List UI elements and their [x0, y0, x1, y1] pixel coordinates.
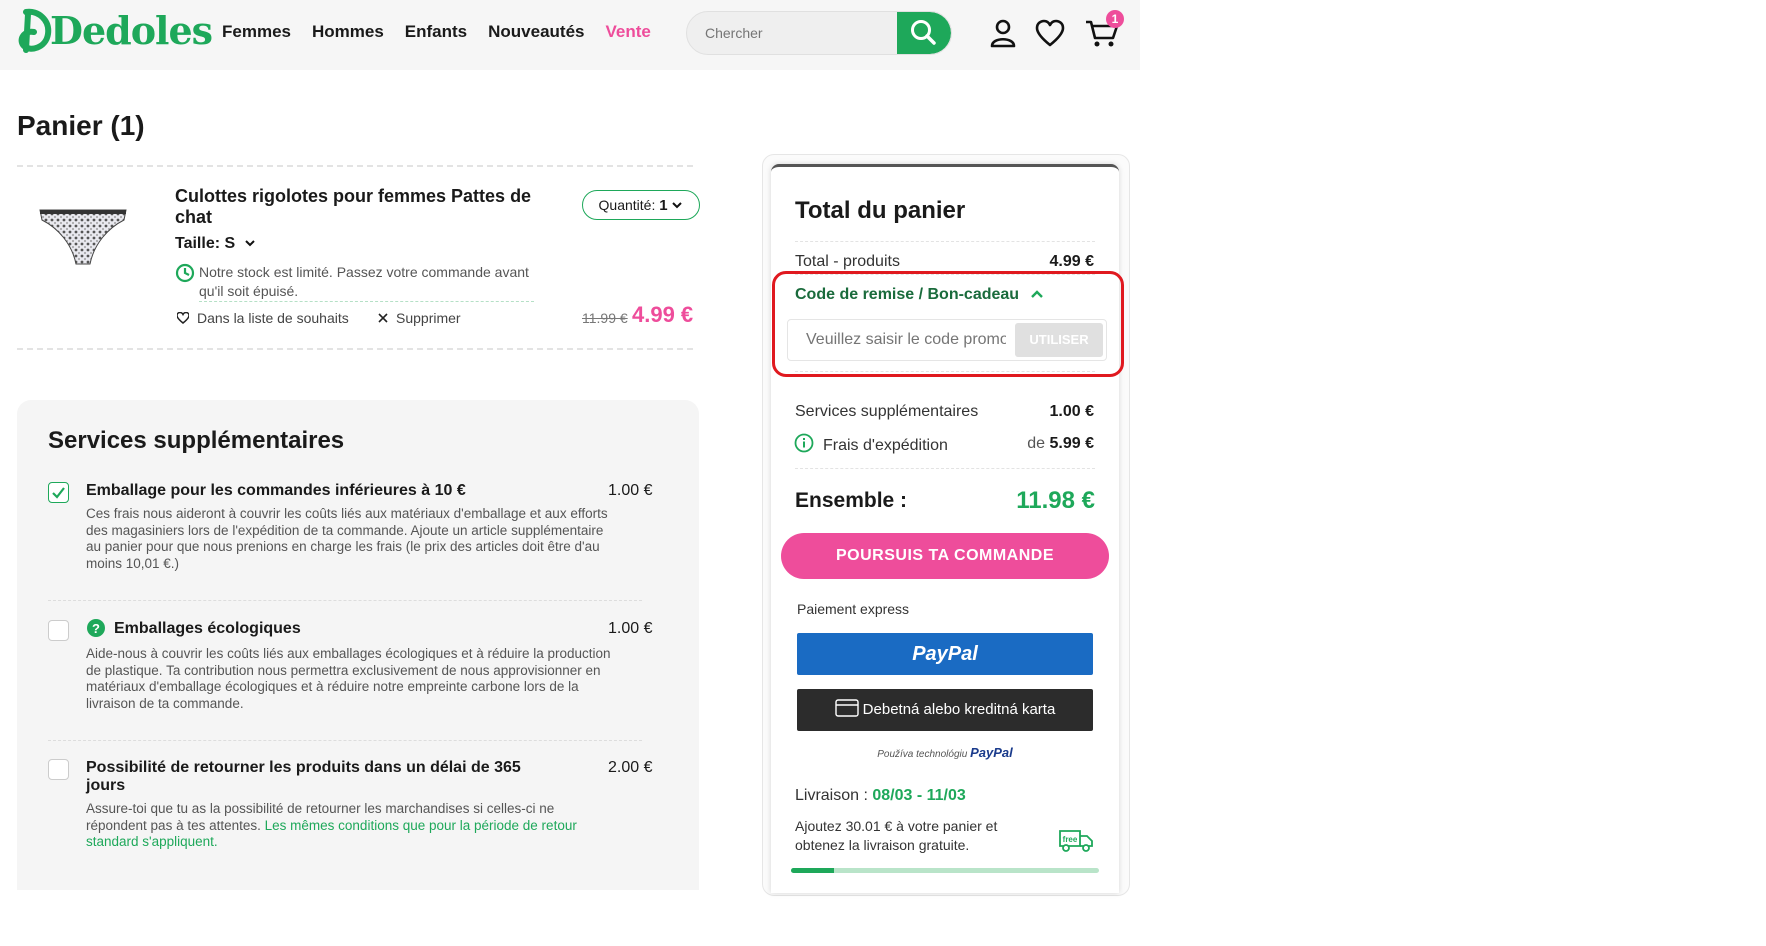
delivery-dates: 08/03 - 11/03: [872, 787, 966, 804]
eco-checkbox[interactable]: [48, 620, 69, 641]
services-title: Services supplémentaires: [48, 427, 345, 454]
delivery-label: Livraison :: [795, 787, 868, 804]
divider: [795, 241, 1095, 242]
user-icon[interactable]: [988, 18, 1018, 48]
heart-icon: [176, 311, 190, 324]
service-name: Emballage pour les commandes inférieures…: [86, 482, 466, 499]
products-total-value: 4.99 €: [1049, 253, 1094, 270]
site-header: Dedoles Femmes Hommes Enfants Nouveautés…: [0, 0, 1140, 70]
nav-femmes[interactable]: Femmes: [222, 22, 291, 42]
shipping-prefix: de: [1027, 435, 1046, 452]
services-value: 1.00 €: [1049, 403, 1094, 420]
card-payment-button[interactable]: Debetná alebo kreditná karta: [797, 689, 1093, 731]
summary-title: Total du panier: [795, 197, 966, 224]
checkmark-icon: [52, 487, 65, 499]
express-payment-label: Paiement express: [797, 601, 910, 617]
grand-total-label: Ensemble :: [795, 489, 908, 512]
divider: [48, 740, 642, 741]
divider: [17, 348, 693, 350]
service-price: 1.00 €: [608, 482, 653, 499]
service-name: Possibilité de retourner les produits da…: [86, 759, 521, 794]
underwear-image-icon: [39, 209, 127, 265]
logo-text: Dedoles: [50, 8, 213, 53]
quantity-label: Quantité:: [598, 197, 656, 213]
nav-hommes[interactable]: Hommes: [312, 22, 384, 42]
old-price: 11.99 €: [582, 310, 628, 326]
card-payment-label: Debetná alebo kreditná karta: [862, 701, 1056, 718]
question-icon[interactable]: ?: [86, 618, 106, 638]
search-input[interactable]: [687, 12, 901, 54]
service-price: 2.00 €: [608, 759, 653, 776]
stock-warning-text: Notre stock est limité. Passez votre com…: [199, 263, 534, 302]
divider: [48, 600, 642, 601]
divider: [17, 165, 693, 167]
logo-mark-icon: [18, 8, 52, 53]
checkout-button[interactable]: POURSUIS TA COMMANDE: [781, 533, 1109, 579]
quantity-value: 1: [659, 197, 668, 214]
main-nav: Femmes Hommes Enfants Nouveautés Vente: [222, 22, 651, 42]
free-shipping-progress-fill: [791, 868, 835, 873]
powered-text: Používa technológiu: [877, 749, 968, 760]
nav-nouveautes[interactable]: Nouveautés: [488, 22, 584, 42]
free-label: free: [1063, 835, 1078, 844]
wishlist-link[interactable]: Dans la liste de souhaits: [176, 310, 349, 326]
free-delivery-truck-icon: free: [1059, 830, 1093, 852]
product-name[interactable]: Culottes rigolotes pour femmes Pattes de…: [175, 186, 535, 228]
cart-page: Dedoles Femmes Hommes Enfants Nouveautés…: [0, 0, 1140, 896]
shipping-label: Frais d'expédition: [823, 437, 948, 454]
free-shipping-progress: [791, 868, 1099, 873]
free-shipping-text: Ajoutez 30.01 € à votre panier et obtene…: [795, 818, 998, 853]
nav-vente[interactable]: Vente: [606, 22, 651, 42]
search-button[interactable]: [897, 12, 951, 54]
quantity-selector[interactable]: Quantité: 1: [582, 190, 700, 220]
close-icon: [378, 313, 388, 323]
nav-enfants[interactable]: Enfants: [405, 22, 467, 42]
remove-link[interactable]: Supprimer: [378, 310, 461, 326]
info-icon[interactable]: [794, 433, 814, 453]
delivery-estimate: Livraison : 08/03 - 11/03: [795, 787, 966, 805]
product-price: 4.99 €: [632, 302, 694, 327]
search-bar: [686, 11, 952, 55]
promo-highlight-box: [772, 271, 1124, 377]
service-description: Assure-toi que tu as la possibilité de r…: [86, 801, 614, 851]
packaging-checkbox[interactable]: [48, 482, 69, 503]
returns-checkbox[interactable]: [48, 759, 69, 780]
divider: [795, 468, 1095, 469]
paypal-powered-note: Používa technológiu PayPal: [797, 745, 1093, 760]
clock-icon: [175, 263, 195, 283]
size-label: Taille: S: [175, 235, 236, 252]
paypal-button[interactable]: PayPal: [797, 633, 1093, 675]
search-icon: [911, 20, 936, 45]
cart-count-badge: 1: [1106, 10, 1124, 28]
services-label: Services supplémentaires: [795, 403, 979, 420]
page-title: Panier (1): [17, 110, 145, 141]
service-description: Ces frais nous aideront à couvrir les co…: [86, 506, 608, 571]
service-description: Aide-nous à couvrir les coûts liés aux e…: [86, 646, 611, 711]
logo[interactable]: Dedoles: [16, 6, 213, 56]
remove-label: Supprimer: [396, 310, 461, 326]
chevron-down-icon: [672, 202, 683, 209]
shipping-price: 5.99 €: [1049, 435, 1094, 452]
powered-brand: PayPal: [970, 745, 1013, 760]
service-name: Emballages écologiques: [114, 620, 301, 637]
shipping-value: de 5.99 €: [1027, 435, 1094, 453]
product-image[interactable]: [38, 206, 128, 268]
products-total-label: Total - produits: [795, 253, 900, 270]
size-selector[interactable]: Taille: S: [175, 235, 256, 253]
services-section: Services supplémentaires Emballage pour …: [17, 400, 699, 890]
service-price: 1.00 €: [608, 620, 653, 637]
grand-total-value: 11.98 €: [1016, 487, 1095, 514]
chevron-down-icon: [244, 240, 255, 247]
wishlist-label: Dans la liste de souhaits: [197, 310, 349, 326]
credit-card-icon: [834, 699, 859, 717]
svg-text:?: ?: [92, 621, 100, 636]
heart-icon[interactable]: [1035, 18, 1065, 48]
